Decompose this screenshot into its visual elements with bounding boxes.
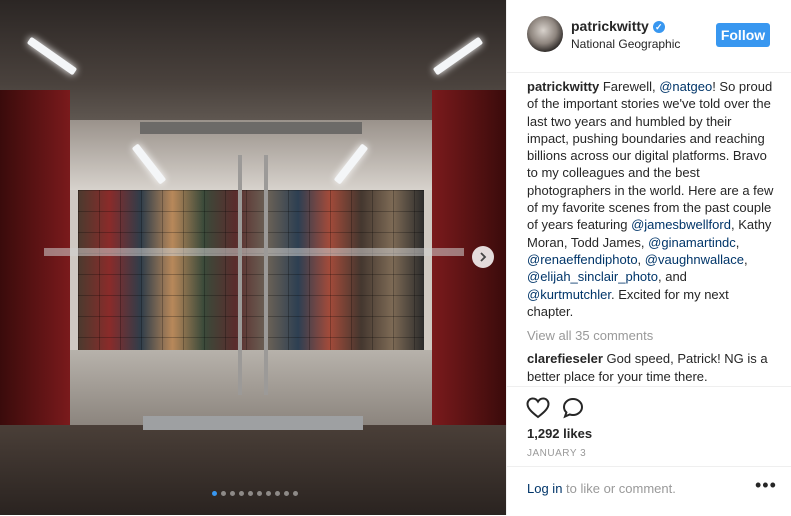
post-photo[interactable] <box>0 0 506 515</box>
post-side-panel: patrickwitty ✓ National Geographic Follow… <box>506 0 791 515</box>
post-header: patrickwitty ✓ National Geographic Follow <box>507 0 791 73</box>
comment-list: clarefieseler God speed, Patrick! NG is … <box>527 350 775 386</box>
mention-link[interactable]: @vaughnwallace <box>645 252 744 267</box>
caption-text: , <box>743 251 748 267</box>
floor <box>0 425 506 515</box>
username-link[interactable]: patrickwitty ✓ <box>571 18 665 34</box>
post-actions: 1,292 likes JANUARY 3 <box>507 386 791 467</box>
comments-section[interactable]: patrickwitty Farewell, @natgeo! So proud… <box>527 78 775 386</box>
login-link[interactable]: Log in <box>527 481 562 496</box>
carousel-dot <box>284 491 289 496</box>
mention-link[interactable]: @renaeffendiphoto <box>527 252 638 267</box>
carousel-dots <box>212 491 298 496</box>
red-wall-right <box>432 90 506 430</box>
view-all-comments-link[interactable]: View all 35 comments <box>527 327 775 344</box>
comment-row: clarefieseler God speed, Patrick! NG is … <box>527 350 775 385</box>
chevron-right-icon <box>480 252 487 262</box>
caption-text: , and <box>658 269 687 285</box>
carousel-next-button[interactable] <box>472 246 494 268</box>
verified-badge-icon: ✓ <box>652 21 665 33</box>
red-wall-left <box>0 90 70 430</box>
door-handle <box>238 155 242 395</box>
login-prompt: Log in to like or comment. <box>527 481 676 496</box>
mention-link[interactable]: @jamesbwellford <box>631 217 731 232</box>
instagram-post: patrickwitty ✓ National Geographic Follow… <box>0 0 791 515</box>
more-options-icon[interactable]: ••• <box>755 475 777 496</box>
comment-icon[interactable] <box>562 397 584 419</box>
glass-band <box>44 248 464 256</box>
mention-link[interactable]: @ginamartindc <box>648 235 736 250</box>
likes-count[interactable]: 1,292 likes <box>527 426 592 441</box>
heart-icon[interactable] <box>526 397 550 419</box>
carousel-dot <box>266 491 271 496</box>
caption-text: , <box>735 234 740 250</box>
location-link[interactable]: National Geographic <box>571 37 680 51</box>
door-frame <box>140 122 362 134</box>
carousel-dot <box>275 491 280 496</box>
caption-text: Farewell, <box>599 79 660 94</box>
door-handle <box>264 155 268 395</box>
carousel-dot <box>239 491 244 496</box>
mention-link[interactable]: @kurtmutchler <box>527 287 611 302</box>
comment-username[interactable]: clarefieseler <box>527 351 603 366</box>
follow-button[interactable]: Follow <box>716 23 770 47</box>
carousel-dot <box>248 491 253 496</box>
avatar[interactable] <box>527 16 563 52</box>
carousel-dot <box>230 491 235 496</box>
caption: patrickwitty Farewell, @natgeo! So proud… <box>527 78 775 320</box>
mention-link[interactable]: @natgeo <box>659 79 712 94</box>
caption-text: , <box>637 251 645 267</box>
carousel-dot <box>212 491 217 496</box>
caption-username[interactable]: patrickwitty <box>527 79 599 94</box>
carousel-dot <box>221 491 226 496</box>
gallery-room <box>70 120 432 425</box>
carousel-dot <box>257 491 262 496</box>
post-date[interactable]: JANUARY 3 <box>527 448 586 459</box>
post-footer: Log in to like or comment. ••• <box>507 466 791 516</box>
door-kickplate <box>143 416 363 430</box>
mention-link[interactable]: @elijah_sinclair_photo <box>527 269 658 284</box>
carousel-dot <box>293 491 298 496</box>
photo-mosaic-wall <box>78 190 424 350</box>
caption-text: ! So proud of the important stories we'v… <box>527 79 774 233</box>
